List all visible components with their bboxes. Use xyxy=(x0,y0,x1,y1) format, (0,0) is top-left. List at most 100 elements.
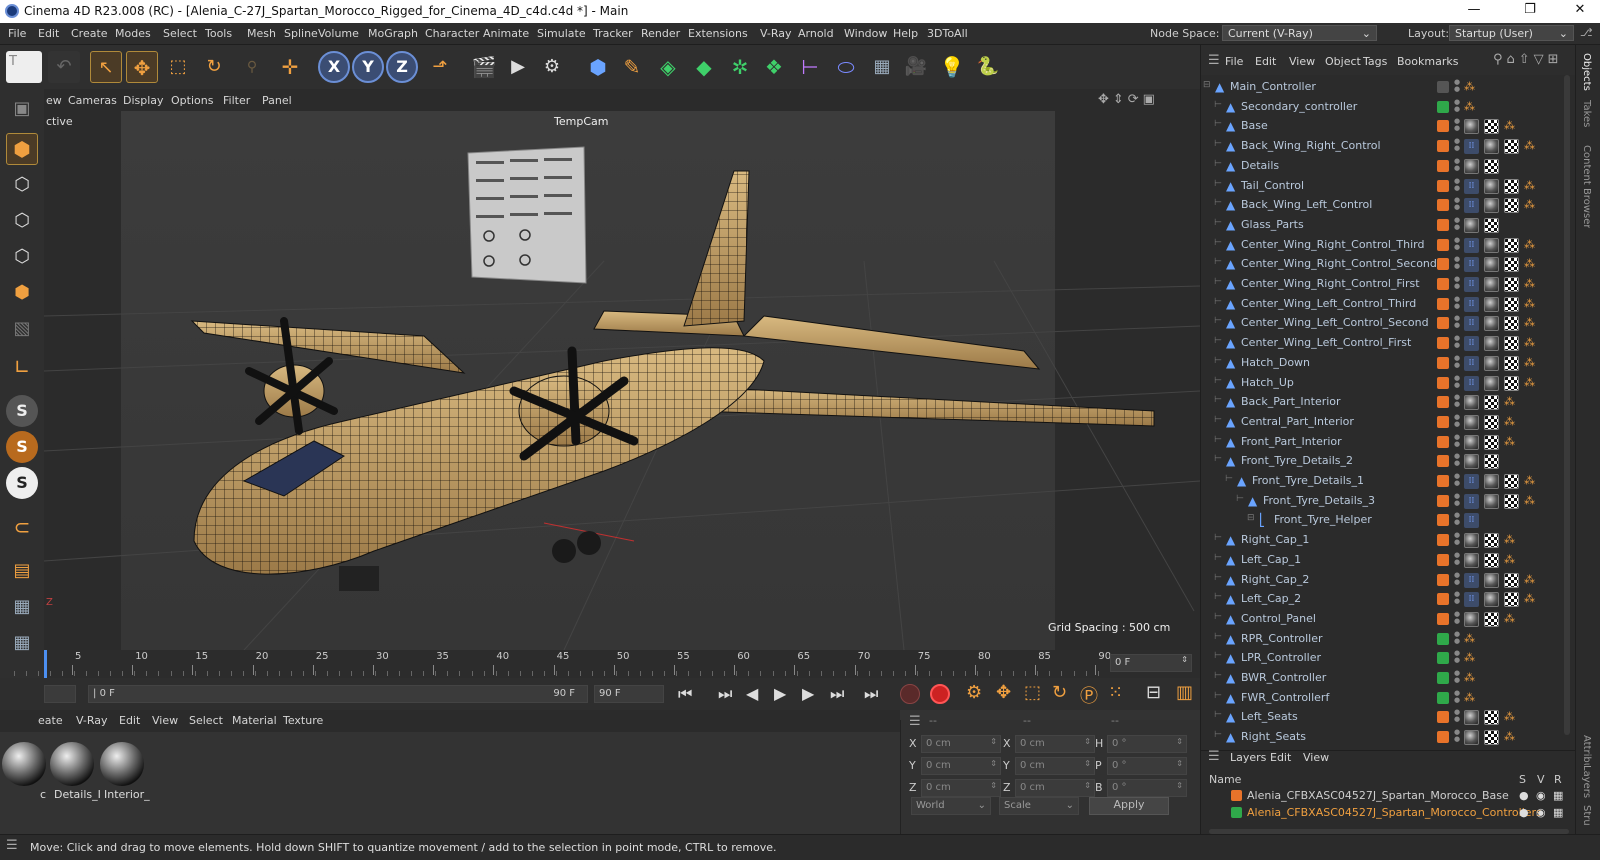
selection-tag-icon[interactable]: ⁂ xyxy=(1524,257,1539,272)
floor-icon[interactable]: ▦ xyxy=(866,51,898,83)
recent-tool-icon[interactable]: ⚲ xyxy=(236,51,268,83)
object-row[interactable]: ⊢ ▲ Center_Wing_Left_Control_Third ● ● ⁞⁞ ⁂ xyxy=(1201,294,1561,314)
key-rotation-icon[interactable]: ↻ xyxy=(1052,682,1067,703)
ik-tag-icon[interactable]: ⁞⁞ xyxy=(1464,474,1479,489)
material-swatch[interactable] xyxy=(50,742,94,786)
texture-tag-icon[interactable] xyxy=(1504,592,1519,608)
visibility-dots-icon[interactable]: ● ● xyxy=(1454,413,1460,430)
object-menu-icon[interactable]: ☰ xyxy=(1208,53,1220,68)
coord-mode-dropdown[interactable]: Scale ⌄ xyxy=(999,797,1079,815)
menu-tools[interactable]: Tools xyxy=(205,27,232,40)
tree-expander-icon[interactable]: ⊢ xyxy=(1214,612,1222,622)
texture-tag-icon[interactable] xyxy=(1504,237,1519,253)
material-tag-icon[interactable] xyxy=(1464,119,1479,135)
scale-tool-icon[interactable]: ⬚ xyxy=(162,51,194,83)
menu-spline[interactable]: Spline xyxy=(284,27,318,40)
layer-color-swatch[interactable] xyxy=(1437,494,1449,507)
layer-color-swatch[interactable] xyxy=(1437,278,1449,290)
object-row[interactable]: ⊢ ▲ Glass_Parts ● ● xyxy=(1201,215,1561,235)
maximize-icon[interactable]: ❐ xyxy=(1520,2,1540,17)
object-row[interactable]: ⊢ ▲ FWR_Controllerf ● ● ⁂ xyxy=(1201,688,1561,708)
magnet-icon[interactable]: ⊂ xyxy=(6,511,38,543)
visibility-dots-icon[interactable]: ● ● xyxy=(1454,276,1460,292)
texture-tag-icon[interactable] xyxy=(1484,611,1499,627)
material-tag-icon[interactable] xyxy=(1484,572,1499,588)
viewport-menu-options[interactable]: Options xyxy=(171,94,213,107)
selection-tag-icon[interactable]: ⁂ xyxy=(1524,494,1539,509)
menu-volume[interactable]: Volume xyxy=(318,27,359,40)
selection-tag-icon[interactable]: ⁂ xyxy=(1524,297,1539,312)
timeline-window-icon[interactable]: ⊟ xyxy=(1146,682,1161,703)
layer-color-swatch[interactable] xyxy=(1437,455,1449,468)
visibility-dots-icon[interactable]: ● ● xyxy=(1454,650,1460,666)
frame-range-slider[interactable]: | 0 F 90 F xyxy=(88,685,588,703)
minimize-icon[interactable]: — xyxy=(1464,2,1484,17)
layer-solo-icon[interactable]: ● xyxy=(1519,806,1529,819)
object-row[interactable]: ⊢ ▲ LPR_Controller ● ● ⁂ xyxy=(1201,648,1561,668)
tree-expander-icon[interactable]: ⊢ xyxy=(1214,415,1222,425)
y-axis-lock-icon[interactable]: Y xyxy=(352,51,384,83)
timeline-ruler[interactable]: 5 10 15 20 25 30 35 40 45 50 55 60 65 70 75 80 85 90 0 F ⇕ xyxy=(14,650,1200,678)
model-mode-icon[interactable]: ⬢ xyxy=(6,133,38,165)
object-row[interactable]: ⊢ ▲ Back_Wing_Left_Control ● ● ⁞⁞ ⁂ xyxy=(1201,195,1561,215)
render-settings-icon[interactable]: ⚙ xyxy=(536,51,568,83)
texture-tag-icon[interactable] xyxy=(1484,414,1499,430)
layer-name[interactable]: Alenia_CFBXASC04527J_Spartan_Morocco_Con… xyxy=(1247,806,1542,819)
visibility-dots-icon[interactable]: ● ● xyxy=(1454,689,1460,706)
selection-tag-icon[interactable]: ⁂ xyxy=(1504,710,1519,725)
object-row[interactable]: ⊢ ▲ Tail_Control ● ● ⁞⁞ ⁂ xyxy=(1201,176,1561,196)
visibility-dots-icon[interactable]: ● ● xyxy=(1454,729,1460,745)
tree-expander-icon[interactable]: ⊢ xyxy=(1214,119,1222,129)
coord-field[interactable]: 0 ° ⇕ xyxy=(1107,735,1187,753)
object-row[interactable]: ⊢ ▲ Back_Part_Interior ● ● ⁂ xyxy=(1201,392,1561,412)
object-row[interactable]: ⊢ ▲ RPR_Controller ● ● ⁂ xyxy=(1201,629,1561,649)
object-row[interactable]: ⊢ ▲ Front_Tyre_Details_2 ● ● xyxy=(1201,451,1561,471)
object-row[interactable]: ⊢ ▲ Secondary_controller ● ● ⁂ xyxy=(1201,97,1561,117)
visibility-dots-icon[interactable]: ● ● xyxy=(1454,157,1460,174)
grid-icon[interactable]: ▦ xyxy=(6,591,38,623)
spinner-icon[interactable]: ⇕ xyxy=(1176,759,1183,768)
layer-color-swatch[interactable] xyxy=(1437,120,1449,133)
texture-tag-icon[interactable] xyxy=(1504,139,1519,155)
layer-color-swatch[interactable] xyxy=(1437,435,1449,448)
key-pla-icon[interactable]: ⁙ xyxy=(1108,682,1123,703)
layer-color-swatch[interactable] xyxy=(1437,159,1449,172)
material-tag-icon[interactable] xyxy=(1464,434,1479,450)
visibility-dots-icon[interactable]: ● ● xyxy=(1454,138,1460,154)
layer-color-swatch[interactable] xyxy=(1437,593,1449,606)
tree-expander-icon[interactable]: ⊢ xyxy=(1214,553,1222,563)
select-tool-icon[interactable]: ↖ xyxy=(90,51,122,83)
menu-mograph[interactable]: MoGraph xyxy=(368,27,418,40)
coord-field[interactable]: 0 ° ⇕ xyxy=(1107,779,1187,797)
rotate-tool-icon[interactable]: ↻ xyxy=(198,51,230,83)
layer-color-swatch[interactable] xyxy=(1437,81,1449,93)
ik-tag-icon[interactable]: ⁞⁞ xyxy=(1464,296,1479,312)
visibility-dots-icon[interactable]: ● ● xyxy=(1454,492,1460,509)
selection-tag-icon[interactable]: ⁂ xyxy=(1464,691,1479,706)
material-menu-material[interactable]: Material xyxy=(232,714,277,727)
menu-window[interactable]: Window xyxy=(844,27,887,40)
visibility-dots-icon[interactable]: ● ● xyxy=(1454,354,1460,371)
object-row[interactable]: ⊢ ▲ Control_Panel ● ● ⁂ xyxy=(1201,609,1561,629)
visibility-dots-icon[interactable]: ● ● xyxy=(1454,453,1460,469)
layer-color-swatch[interactable] xyxy=(1231,790,1242,801)
side-tab-objects[interactable]: Objects xyxy=(1581,53,1592,91)
object-row[interactable]: ⊢ ▲ Center_Wing_Right_Control_Third ● ● ⁞⁞ ⁂ xyxy=(1201,235,1561,255)
tree-expander-icon[interactable]: ⊢ xyxy=(1214,159,1222,169)
tree-expander-icon[interactable]: ⊢ xyxy=(1214,710,1222,720)
layer-color-swatch[interactable] xyxy=(1437,199,1449,212)
viewport-menu-cameras[interactable]: Cameras xyxy=(68,94,117,107)
menu-modes[interactable]: Modes xyxy=(115,27,151,40)
tree-expander-icon[interactable]: ⊢ xyxy=(1214,573,1222,583)
texture-tag-icon[interactable] xyxy=(1484,395,1499,411)
layer-color-swatch[interactable] xyxy=(1437,514,1449,527)
coordinate-system-icon[interactable]: ✛ xyxy=(274,51,306,83)
layer-color-swatch[interactable] xyxy=(1437,317,1449,330)
texture-tag-icon[interactable] xyxy=(1504,277,1519,292)
selection-tag-icon[interactable]: ⁂ xyxy=(1524,356,1539,371)
tree-expander-icon[interactable]: ⊢ xyxy=(1214,395,1222,405)
dope-sheet-icon[interactable]: ▥ xyxy=(1176,682,1193,703)
side-tab-attributes[interactable]: Attributes xyxy=(1581,735,1592,765)
side-tab-content-browser[interactable]: Content Browser xyxy=(1581,145,1592,228)
tree-expander-icon[interactable]: ⊢ xyxy=(1214,277,1222,287)
